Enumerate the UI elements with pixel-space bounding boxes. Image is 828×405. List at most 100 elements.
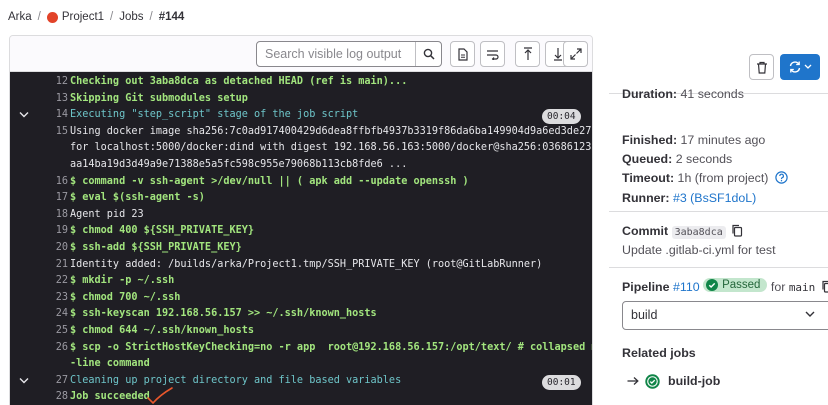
breadcrumb-current[interactable]: #144	[159, 11, 185, 23]
finished-row: Finished: 17 minutes ago	[622, 133, 765, 147]
project-avatar-icon	[46, 11, 58, 23]
log-line: 26 $ scp -o StrictHostKeyChecking=no -r a…	[10, 341, 593, 358]
log-search-input[interactable]	[257, 42, 415, 66]
log-toolbar	[10, 36, 592, 72]
status-success-icon	[645, 373, 660, 389]
runner-link[interactable]: #3 (BsSF1doL)	[673, 191, 756, 205]
search-button[interactable]	[415, 42, 441, 66]
queued-value: 2 seconds	[675, 152, 733, 166]
commit-sha[interactable]: 3aba8dca	[671, 226, 726, 239]
breadcrumb: Arka / Project1 / Jobs / #144	[8, 8, 184, 26]
maximize-icon	[569, 48, 582, 60]
log-line-number[interactable]: 23	[38, 292, 68, 303]
log-line-number[interactable]: 20	[38, 242, 68, 253]
log-line-number[interactable]: 14	[38, 109, 68, 120]
log-line-text: for localhost:5000/docker:dind with dige…	[70, 142, 593, 154]
log-line-number[interactable]: 24	[38, 308, 68, 319]
help-icon[interactable]	[775, 171, 788, 184]
stage-select-value: build	[631, 308, 658, 322]
commit-message-row: Update .gitlab-ci.yml for test	[622, 243, 776, 257]
log-line: 18 Agent pid 23	[10, 208, 592, 225]
fullscreen-button[interactable]	[563, 41, 588, 67]
log-line-number[interactable]: 16	[38, 176, 68, 187]
commit-message[interactable]: Update .gitlab-ci.yml for test	[622, 243, 776, 257]
breadcrumb-item-group[interactable]: Arka	[8, 11, 32, 23]
related-job-name: build-job	[668, 374, 721, 388]
log-line: 17 $ eval $(ssh-agent -s)	[10, 192, 592, 208]
queued-label: Queued:	[622, 152, 673, 166]
log-line: 13 Skipping Git submodules setup	[10, 92, 592, 109]
erase-log-button[interactable]	[749, 54, 774, 80]
stage-select[interactable]: build	[622, 301, 828, 330]
pipeline-label: Pipeline	[622, 280, 670, 294]
log-line-text: $ ssh-add ${SSH_PRIVATE_KEY}	[70, 242, 242, 253]
divider	[609, 211, 828, 212]
log-line-text: $ scp -o StrictHostKeyChecking=no -r app…	[70, 341, 593, 353]
log-line-number[interactable]: 18	[38, 209, 68, 220]
breadcrumb-item-jobs[interactable]: Jobs	[119, 11, 143, 23]
breadcrumb-separator: /	[149, 11, 153, 23]
retry-job-button[interactable]	[780, 54, 820, 80]
toggle-wrap-button[interactable]	[480, 41, 505, 67]
finished-value: 17 minutes ago	[680, 133, 766, 147]
text-wrap-icon	[487, 50, 499, 60]
arrow-right-icon	[627, 377, 639, 385]
chevron-down-icon	[805, 311, 815, 317]
log-line-number[interactable]: 15	[38, 126, 68, 137]
log-line-text: Agent pid 23	[70, 208, 144, 220]
log-line-number[interactable]: 21	[38, 259, 68, 270]
timeout-label: Timeout:	[622, 171, 675, 185]
log-line-number[interactable]: 26	[38, 342, 68, 353]
log-line-text: Executing "step_script" stage of the job…	[70, 109, 359, 121]
log-output: 12 Checking out 3aba8dca as detached HEAD…	[10, 72, 593, 405]
log-line: 23 $ chmod 700 ~/.ssh	[10, 291, 592, 308]
copy-icon[interactable]	[821, 280, 828, 293]
related-jobs-title: Related jobs	[622, 346, 696, 360]
trash-icon	[756, 61, 767, 74]
breadcrumb-separator: /	[37, 11, 41, 23]
chevron-down-icon	[804, 64, 812, 69]
scroll-to-top-button[interactable]	[515, 41, 540, 67]
log-line-text: Skipping Git submodules setup	[70, 92, 248, 104]
log-line: aa14ba19d3d49a9e71388e5a5fc598c955e79068…	[10, 159, 592, 175]
related-job-item[interactable]: build-job	[627, 371, 720, 391]
pipeline-link[interactable]: #110	[673, 280, 700, 294]
finished-label: Finished:	[622, 133, 678, 147]
pipeline-status-badge[interactable]: Passed	[703, 278, 768, 292]
log-line-text: Using docker image sha256:7c0ad917400429…	[70, 125, 593, 137]
divider	[609, 267, 828, 268]
log-line-number[interactable]: 19	[38, 225, 68, 236]
log-line-number[interactable]: 25	[38, 325, 68, 336]
search-icon	[423, 48, 435, 60]
log-line-number[interactable]: 12	[38, 76, 68, 87]
show-raw-button[interactable]	[450, 41, 475, 67]
log-line-number[interactable]: 28	[38, 391, 68, 402]
chevron-down-icon[interactable]	[19, 377, 29, 385]
log-line-number[interactable]: 13	[38, 93, 68, 104]
log-line[interactable]: 27 Cleaning up project directory and file…	[10, 374, 592, 391]
log-line-number[interactable]: 22	[38, 275, 68, 286]
duration-row: Duration: 41 seconds	[622, 87, 744, 101]
log-line: 16 $ command -v ssh-agent >/dev/null || (…	[10, 175, 592, 192]
timeout-row: Timeout: 1h (from project)	[622, 171, 788, 185]
log-line-text: $ chmod 400 ${SSH_PRIVATE_KEY}	[70, 225, 255, 237]
log-line[interactable]: 14 Executing "step_script" stage of the j…	[10, 109, 592, 125]
log-line: 28 Job succeeded	[10, 391, 592, 405]
log-line-text: $ command -v ssh-agent >/dev/null || ( a…	[70, 175, 469, 187]
log-line-number[interactable]: 17	[38, 192, 68, 203]
queued-row: Queued: 2 seconds	[622, 152, 732, 166]
log-line-number[interactable]: 27	[38, 375, 68, 386]
pipeline-ref[interactable]: main	[789, 281, 816, 294]
log-line: 15 Using docker image sha256:7c0ad9174004…	[10, 125, 593, 142]
retry-icon	[789, 61, 801, 73]
copy-icon[interactable]	[731, 224, 743, 237]
log-line-text: Cleaning up project directory and file b…	[70, 374, 402, 386]
log-line-text: $ chmod 700 ~/.ssh	[70, 291, 181, 303]
breadcrumb-item-project[interactable]: Project1	[62, 11, 104, 23]
runner-label: Runner:	[622, 191, 670, 205]
chevron-down-icon[interactable]	[19, 111, 29, 119]
pipeline-row: Pipeline #110 Passed for main	[622, 278, 828, 294]
job-log-panel: 12Checking out 3aba8dca as detached HEAD…	[9, 35, 593, 405]
log-line: 24 $ ssh-keyscan 192.168.56.157 >> ~/.ssh…	[10, 308, 592, 324]
log-line: for localhost:5000/docker:dind with dige…	[10, 142, 593, 158]
